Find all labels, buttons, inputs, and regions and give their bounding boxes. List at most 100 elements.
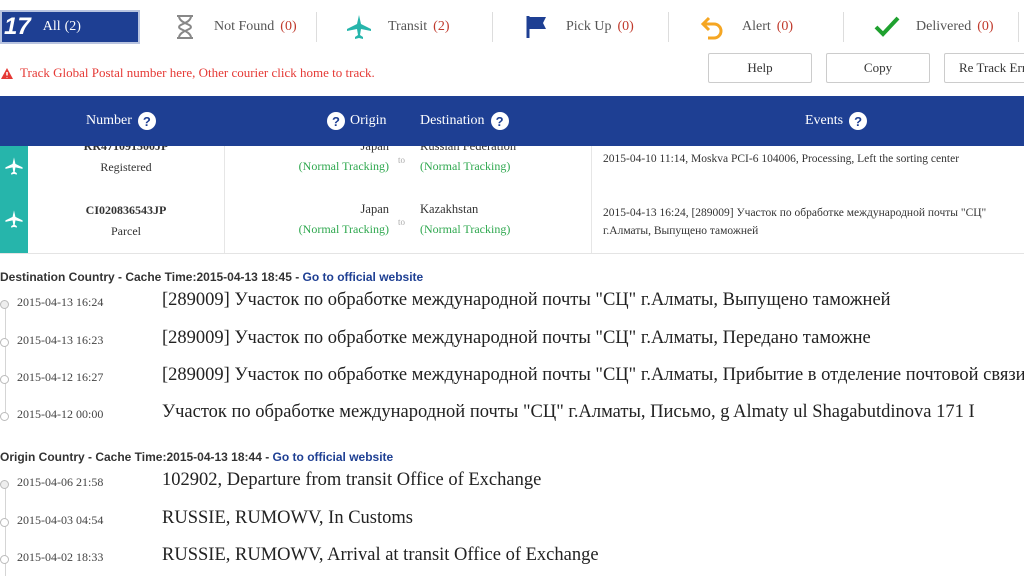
event-time: 2015-04-06 21:58 (17, 475, 104, 489)
timeline-event: 2015-04-12 00:00 Участок по обработке ме… (0, 402, 1024, 443)
tab-delivered-label: Delivered (916, 19, 972, 34)
origin-cell: Japan (Normal Tracking) (224, 202, 389, 237)
event-time: 2015-04-12 00:00 (17, 407, 104, 421)
destination-country: Kazakhstan (420, 202, 479, 216)
event-description: [289009] Участок по обработке международ… (162, 290, 891, 310)
column-header-destination-label: Destination (420, 113, 485, 128)
help-icon[interactable]: ? (137, 112, 156, 130)
help-icon[interactable]: ? (490, 112, 509, 130)
event-description: Участок по обработке международной почты… (162, 402, 975, 422)
column-header-number-label: Number (86, 113, 132, 128)
tracking-hint: Track Global Postal number here, Other c… (0, 62, 375, 84)
tab-delivered-count: (0) (977, 19, 994, 34)
origin-official-website-link[interactable]: Go to official website (273, 450, 394, 464)
column-header-destination: Destination ? (420, 96, 509, 146)
tab-alert-label: Alert (742, 19, 771, 34)
tab-alert-count: (0) (776, 19, 794, 34)
tracking-hint-text: Track Global Postal number here, Other c… (20, 65, 375, 80)
timeline-event: 2015-04-13 16:23 [289009] Участок по обр… (0, 328, 1024, 369)
event-time: 2015-04-03 04:54 (17, 513, 104, 527)
timeline-event: 2015-04-03 04:54 RUSSIE, RUMOWV, In Cust… (0, 508, 1024, 549)
tab-divider (1018, 12, 1019, 42)
tab-transit[interactable]: Transit (2) (344, 10, 450, 44)
checkmark-icon (872, 12, 902, 42)
retrack-error-button[interactable]: Re Track Err (944, 53, 1024, 83)
event-time: 2015-04-13 16:24 (17, 295, 104, 309)
timeline-dot-icon (0, 375, 9, 384)
warning-icon (0, 67, 14, 80)
hourglass-icon (170, 12, 200, 42)
origin-cell: Japan (Normal Tracking) (224, 146, 389, 174)
timeline-dot-icon (0, 518, 9, 527)
tab-transit-label: Transit (388, 19, 428, 34)
table-row[interactable]: RR471091500JP Registered Japan (Normal T… (0, 146, 1024, 191)
event-time: 2015-04-13 16:23 (17, 333, 104, 347)
event-time: 2015-04-02 18:33 (17, 550, 104, 564)
timeline-dot-icon (0, 480, 9, 489)
tab-alert[interactable]: Alert (0) (698, 10, 793, 44)
timeline-event: 2015-04-13 16:24 [289009] Участок по обр… (0, 290, 1024, 331)
event-description: RUSSIE, RUMOWV, Arrival at transit Offic… (162, 545, 599, 565)
destination-cache-time: Destination Country - Cache Time:2015-04… (0, 270, 303, 284)
help-button[interactable]: Help (708, 53, 812, 83)
event-description: [289009] Участок по обработке международ… (162, 328, 871, 348)
tab-all[interactable]: 17 All (2) (0, 10, 140, 44)
origin-country: Japan (360, 146, 389, 153)
column-header-events-label: Events (805, 113, 844, 128)
tab-all-count: (2) (64, 19, 81, 34)
airplane-icon (4, 209, 24, 234)
cell-divider (591, 146, 592, 190)
column-header-number: Number ? (86, 96, 156, 146)
transit-status-cell (0, 190, 28, 253)
to-label: to (398, 155, 406, 165)
destination-section-title: Destination Country - Cache Time:2015-04… (0, 270, 423, 284)
logo-17track: 17 (4, 13, 31, 40)
help-icon[interactable]: ? (849, 112, 868, 130)
origin-tracking-status: (Normal Tracking) (298, 222, 389, 236)
tab-not-found[interactable]: Not Found (0) (170, 10, 297, 44)
latest-event: 2015-04-10 11:14, Moskva PCI-6 104006, P… (603, 153, 960, 165)
event-description: 102902, Departure from transit Office of… (162, 470, 542, 490)
help-icon[interactable]: ? (327, 112, 345, 130)
undo-arrow-icon (698, 12, 728, 42)
tracking-number-cell: CI020836543JP Parcel (28, 203, 224, 239)
tab-divider (492, 12, 493, 42)
timeline-dot-icon (0, 300, 9, 309)
destination-official-website-link[interactable]: Go to official website (303, 270, 424, 284)
tab-divider (316, 12, 317, 42)
flag-icon (522, 12, 552, 42)
origin-section-title: Origin Country - Cache Time:2015-04-13 1… (0, 450, 393, 464)
tab-delivered[interactable]: Delivered (0) (872, 10, 994, 44)
destination-cell: Kazakhstan (Normal Tracking) (420, 202, 590, 237)
column-header-origin-label: Origin (350, 113, 387, 128)
tab-divider (843, 12, 844, 42)
tracking-number-cell: RR471091500JP Registered (28, 146, 224, 175)
tab-pick-up[interactable]: Pick Up (0) (522, 10, 634, 44)
event-description: [289009] Участок по обработке международ… (162, 365, 1024, 385)
to-label: to (398, 217, 406, 227)
tab-pick-up-label: Pick Up (566, 19, 612, 34)
tab-not-found-count: (0) (280, 19, 297, 34)
timeline-event: 2015-04-12 16:27 [289009] Участок по обр… (0, 365, 1024, 406)
tab-divider (668, 12, 669, 42)
destination-tracking-status: (Normal Tracking) (420, 159, 511, 173)
timeline-dot-icon (0, 412, 9, 421)
event-description: RUSSIE, RUMOWV, In Customs (162, 508, 413, 528)
cell-divider (591, 190, 592, 253)
copy-button[interactable]: Copy (826, 53, 930, 83)
tracking-number[interactable]: CI020836543JP (28, 203, 224, 218)
origin-cache-time: Origin Country - Cache Time:2015-04-13 1… (0, 450, 273, 464)
event-time: 2015-04-12 16:27 (17, 370, 104, 384)
table-header: Number ? ? Origin Destination ? Events ? (0, 96, 1024, 146)
tab-transit-count: (2) (433, 19, 450, 34)
latest-event: 2015-04-13 16:24, [289009] Участок по об… (603, 207, 987, 237)
tab-not-found-label: Not Found (214, 19, 275, 34)
tab-all-label: All (42, 19, 61, 34)
tracking-number[interactable]: RR471091500JP (28, 146, 224, 154)
destination-cell: Russian Federation (Normal Tracking) (420, 146, 590, 174)
column-header-events: Events ? (805, 96, 868, 146)
column-header-origin: ? Origin (327, 96, 387, 146)
table-row[interactable]: CI020836543JP Parcel Japan (Normal Track… (0, 190, 1024, 254)
origin-tracking-status: (Normal Tracking) (298, 159, 389, 173)
tab-pick-up-count: (0) (617, 19, 634, 34)
